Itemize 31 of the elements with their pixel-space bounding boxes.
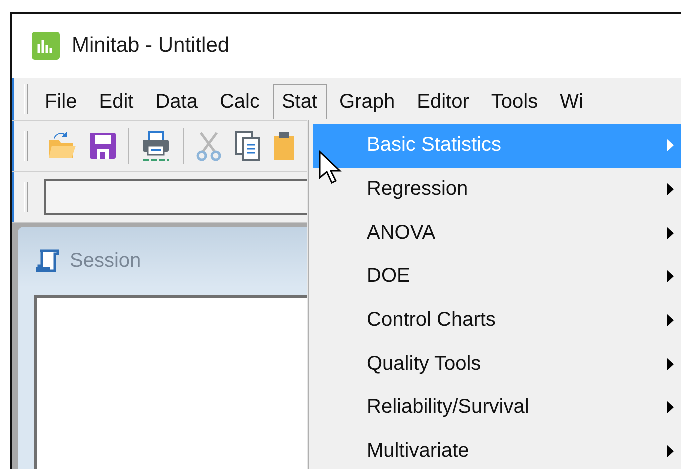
submenu-arrow-icon bbox=[667, 139, 674, 152]
dropdown-menu-item[interactable]: Quality Tools bbox=[313, 342, 681, 386]
submenu-arrow-icon bbox=[667, 183, 674, 196]
dropdown-menu-item[interactable]: DOE bbox=[313, 255, 681, 299]
session-title: Session bbox=[70, 250, 142, 272]
menu-item[interactable]: Tools bbox=[482, 84, 548, 118]
dropdown-menu-item[interactable]: Control Charts bbox=[313, 298, 681, 342]
submenu-arrow-icon bbox=[667, 270, 674, 284]
submenu-arrow-icon bbox=[667, 358, 674, 371]
dropdown-menu-item[interactable]: Reliability/Survival bbox=[313, 386, 681, 430]
menu-item[interactable]: Edit bbox=[90, 84, 143, 118]
save-icon[interactable] bbox=[88, 131, 118, 161]
menu-item[interactable]: File bbox=[36, 84, 86, 118]
menu-item[interactable]: Graph bbox=[330, 84, 404, 118]
scroll-icon bbox=[34, 248, 60, 274]
dropdown-menu-item[interactable]: Regression bbox=[313, 168, 681, 212]
menu-item[interactable]: Data bbox=[146, 84, 207, 118]
menu-item[interactable]: Calc bbox=[210, 84, 269, 118]
app-logo-icon bbox=[32, 32, 60, 60]
copy-icon[interactable] bbox=[234, 130, 262, 162]
submenu-arrow-icon bbox=[667, 445, 674, 458]
submenu-arrow-icon bbox=[667, 226, 674, 240]
submenu-arrow-icon bbox=[667, 314, 674, 328]
menu-item[interactable]: Wi bbox=[551, 84, 592, 118]
window-title: Minitab - Untitled bbox=[72, 34, 230, 58]
dropdown-menu-item[interactable]: ANOVA bbox=[313, 211, 681, 256]
menu-item[interactable]: Editor bbox=[408, 84, 478, 118]
submenu-arrow-icon bbox=[667, 401, 674, 414]
mouse-pointer-icon bbox=[318, 150, 344, 186]
menu-item[interactable]: Stat bbox=[272, 84, 327, 118]
dropdown-menu-item[interactable]: Multivariate bbox=[313, 430, 681, 469]
